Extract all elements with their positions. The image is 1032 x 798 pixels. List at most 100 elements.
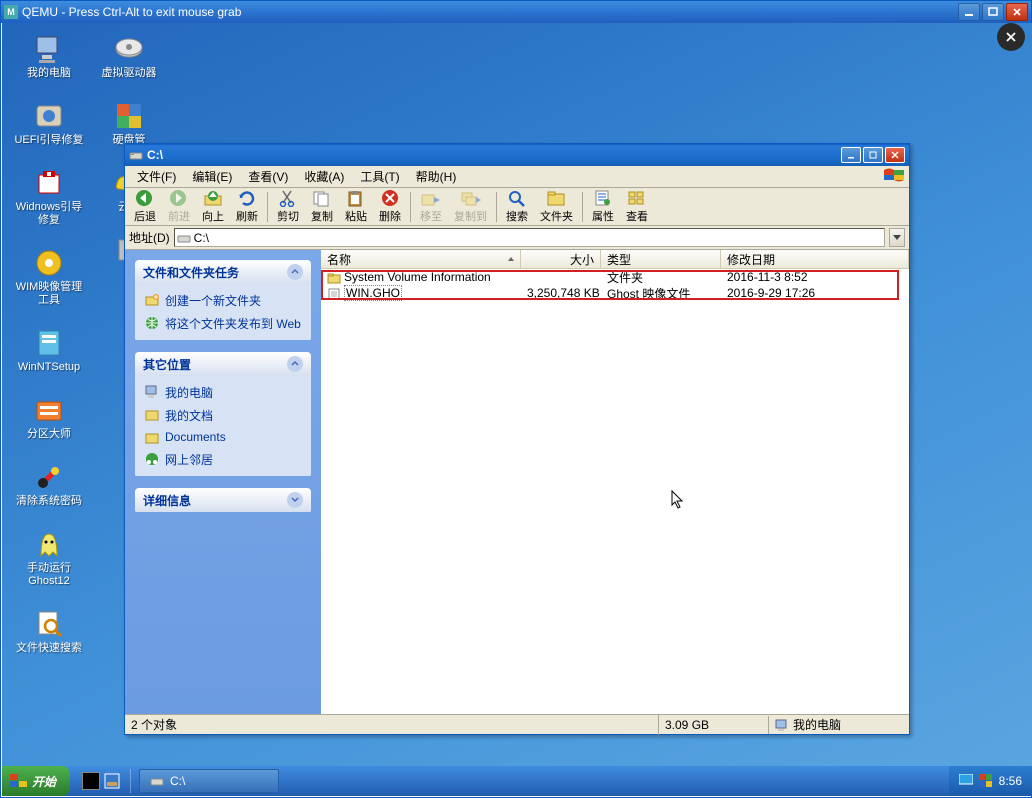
- up-icon: [202, 189, 224, 207]
- start-button[interactable]: 开始: [2, 766, 70, 796]
- column-header-modified[interactable]: 修改日期: [721, 250, 909, 268]
- my-computer-icon: [33, 33, 65, 65]
- menu-item[interactable]: 收藏(A): [296, 166, 352, 187]
- my-docs-icon: [145, 408, 159, 422]
- addressbar: 地址(D) C:\: [125, 226, 909, 250]
- address-field[interactable]: C:\: [174, 228, 885, 247]
- toolbar-paste-button[interactable]: 粘贴: [340, 188, 372, 225]
- desktop-icon-disk-mgmt[interactable]: 硬盘管: [94, 100, 164, 147]
- task-link-new-folder[interactable]: 创建一个新文件夹: [145, 292, 301, 309]
- toolbar-views-button[interactable]: 查看: [621, 188, 653, 225]
- menu-item[interactable]: 工具(T): [352, 166, 407, 187]
- toolbar-up-button[interactable]: 向上: [197, 188, 229, 225]
- places-header[interactable]: 其它位置: [135, 352, 311, 376]
- toolbar-separator: [410, 192, 411, 222]
- explorer-body: 文件和文件夹任务 创建一个新文件夹将这个文件夹发布到 Web 其它位置: [125, 250, 909, 714]
- toolbar-search-button[interactable]: 搜索: [501, 188, 533, 225]
- computer-icon: [775, 719, 789, 731]
- toolbar-back-button[interactable]: 后退: [129, 188, 161, 225]
- taskbar: 开始 C:\ 8:56: [2, 766, 1032, 796]
- menu-item[interactable]: 文件(F): [129, 166, 184, 187]
- folders-icon: [546, 189, 568, 207]
- forward-icon: [168, 189, 190, 207]
- properties-icon: [592, 189, 614, 207]
- qemu-titlebar: M QEMU - Press Ctrl-Alt to exit mouse gr…: [1, 1, 1031, 23]
- overlay-close-button[interactable]: [997, 23, 1025, 51]
- desktop-icon-partition[interactable]: 分区大师: [14, 394, 84, 441]
- documents-icon: [145, 431, 159, 445]
- toolbar-properties-button[interactable]: 属性: [587, 188, 619, 225]
- tray-keyboard-icon[interactable]: [979, 774, 993, 788]
- desktop-icon-uefi-repair[interactable]: UEFI引导修复: [14, 100, 84, 147]
- file-list-area[interactable]: 名称 大小 类型 修改日期 System Volume Information文…: [321, 250, 909, 714]
- address-dropdown-button[interactable]: [889, 228, 905, 247]
- qemu-close-button[interactable]: [1006, 3, 1028, 21]
- clear-pwd-icon: [33, 461, 65, 493]
- toolbar-cut-button[interactable]: 剪切: [272, 188, 304, 225]
- other-places-group: 其它位置 我的电脑我的文档 Documents 网上邻居: [135, 352, 311, 476]
- desktop-icon-wim-tool[interactable]: WIM映像管理工具: [14, 247, 84, 307]
- taskbar-item-explorer[interactable]: C:\: [139, 769, 279, 793]
- column-header-type[interactable]: 类型: [601, 250, 721, 268]
- toolbar-refresh-button[interactable]: 刷新: [231, 188, 263, 225]
- tray-display-icon[interactable]: [959, 774, 973, 788]
- cursor-icon: [671, 490, 687, 510]
- system-tray: 8:56: [949, 766, 1032, 796]
- column-header-name[interactable]: 名称: [321, 250, 521, 268]
- desktop[interactable]: 我的电脑 UEFI引导修复 Widnows引导修复 WIM映像管理工具 WinNTSet…: [2, 23, 1032, 768]
- collapse-icon: [287, 356, 303, 372]
- desktop-icon-virtual-drive[interactable]: 虚拟驱动器: [94, 33, 164, 80]
- desktop-icon-ghost12[interactable]: 手动运行Ghost12: [14, 528, 84, 588]
- ghost12-icon: [33, 528, 65, 560]
- explorer-minimize-button[interactable]: [841, 147, 861, 163]
- qemu-maximize-button[interactable]: [982, 3, 1004, 21]
- toolbar-copy-button[interactable]: 复制: [306, 188, 338, 225]
- status-size: 3.09 GB: [659, 716, 769, 734]
- place-link-documents[interactable]: Documents: [145, 430, 301, 445]
- toolbar-separator: [496, 192, 497, 222]
- menu-item[interactable]: 帮助(H): [408, 166, 465, 187]
- drive-icon: [150, 775, 164, 787]
- toolbar-separator: [267, 192, 268, 222]
- toolbar-delete-button[interactable]: 删除: [374, 188, 406, 225]
- tasks-header[interactable]: 文件和文件夹任务: [135, 260, 311, 284]
- column-header-size[interactable]: 大小: [521, 250, 601, 268]
- publish-web-icon: [145, 316, 159, 330]
- menu-item[interactable]: 编辑(E): [184, 166, 240, 187]
- disk-mgmt-icon: [113, 100, 145, 132]
- my-computer-icon: [145, 385, 159, 399]
- drive-icon: [129, 149, 143, 161]
- places-body: 我的电脑我的文档 Documents 网上邻居: [135, 376, 311, 476]
- qemu-minimize-button[interactable]: [958, 3, 980, 21]
- place-link-network[interactable]: 网上邻居: [145, 451, 301, 468]
- toolbar-separator: [582, 192, 583, 222]
- desktop-icon-windows-boot[interactable]: Widnows引导修复: [14, 167, 84, 227]
- menubar: 文件(F)编辑(E)查看(V)收藏(A)工具(T)帮助(H): [125, 166, 909, 188]
- quick-launch-cmd-icon[interactable]: [82, 772, 100, 790]
- copyto-icon: [460, 189, 482, 207]
- place-link-my-docs[interactable]: 我的文档: [145, 407, 301, 424]
- winnt-setup-icon: [33, 327, 65, 359]
- moveto-icon: [420, 189, 442, 207]
- quick-launch-show-desktop-icon[interactable]: [104, 773, 120, 789]
- explorer-close-button[interactable]: [885, 147, 905, 163]
- desktop-icon-file-search[interactable]: 文件快速搜索: [14, 608, 84, 655]
- windows-flag-icon: [10, 774, 28, 788]
- desktop-icon-winnt-setup[interactable]: WinNTSetup: [14, 327, 84, 374]
- network-icon: [145, 452, 159, 466]
- explorer-title: C:\: [147, 148, 841, 162]
- status-object-count: 2 个对象: [125, 714, 659, 735]
- menu-item[interactable]: 查看(V): [240, 166, 296, 187]
- explorer-titlebar[interactable]: C:\: [125, 144, 909, 166]
- explorer-maximize-button[interactable]: [863, 147, 883, 163]
- tasks-panel: 文件和文件夹任务 创建一个新文件夹将这个文件夹发布到 Web 其它位置: [125, 250, 321, 714]
- desktop-icon-my-computer[interactable]: 我的电脑: [14, 33, 84, 80]
- task-link-publish-web[interactable]: 将这个文件夹发布到 Web: [145, 315, 301, 332]
- toolbar-folders-button[interactable]: 文件夹: [535, 188, 578, 225]
- desktop-icon-clear-pwd[interactable]: 清除系统密码: [14, 461, 84, 508]
- new-folder-icon: [145, 293, 159, 307]
- explorer-window-buttons: [841, 147, 905, 163]
- qemu-icon: M: [4, 5, 18, 19]
- details-header[interactable]: 详细信息: [135, 488, 311, 512]
- place-link-my-computer[interactable]: 我的电脑: [145, 384, 301, 401]
